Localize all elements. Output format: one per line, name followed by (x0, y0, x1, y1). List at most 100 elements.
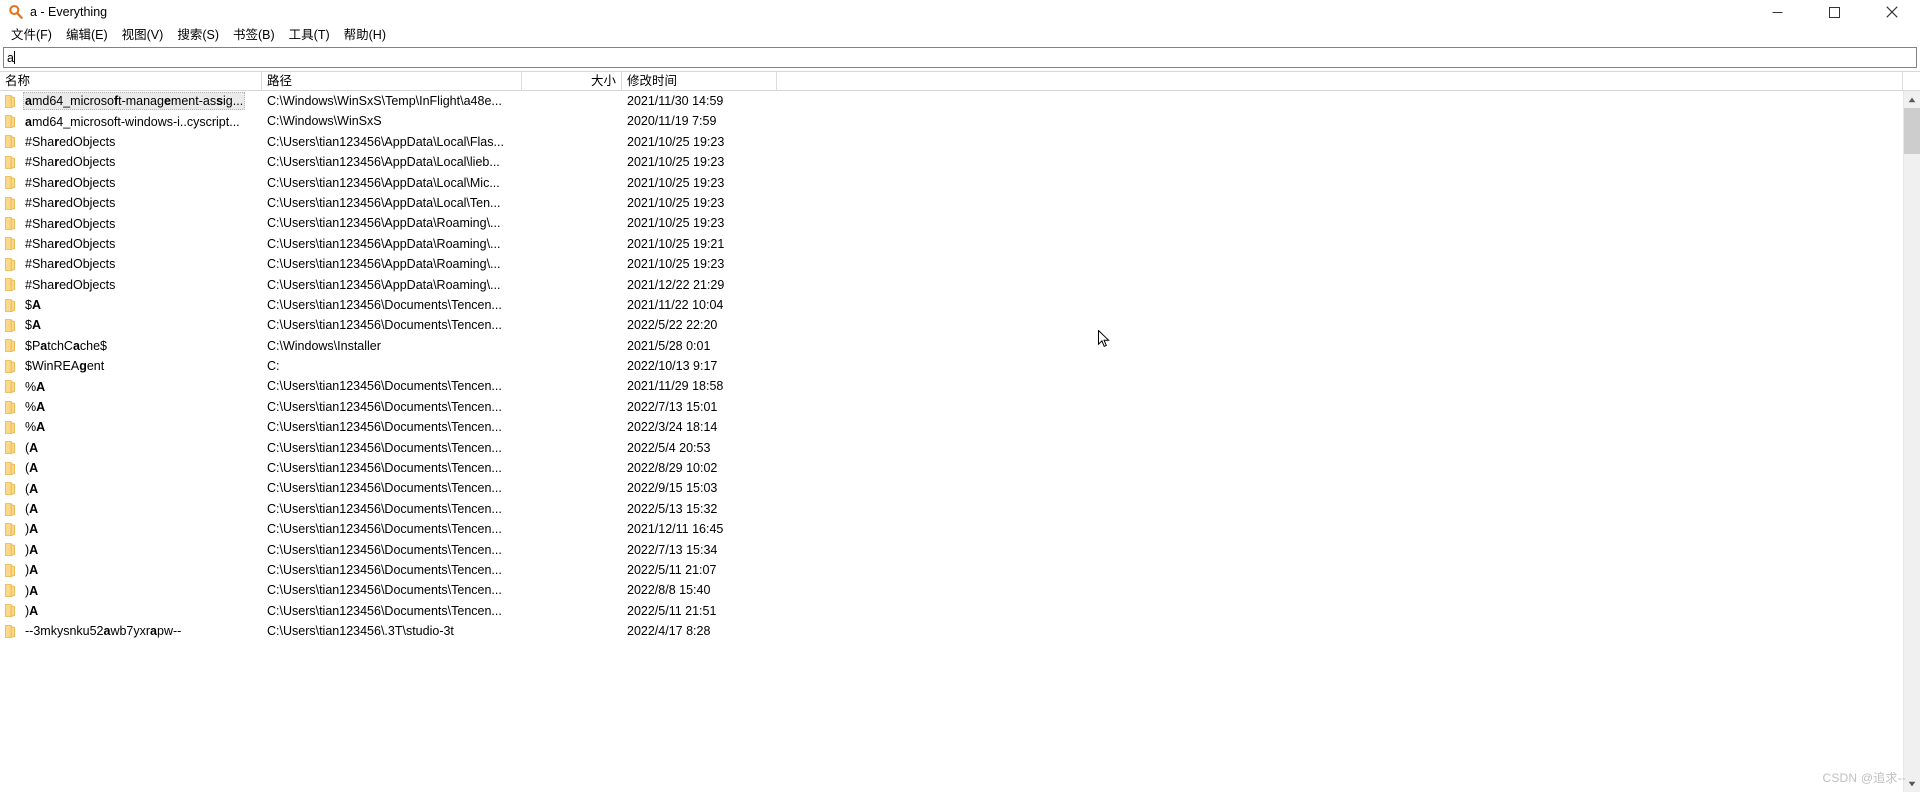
cell-size (522, 376, 622, 396)
table-row[interactable]: --3mkysnku52awb7yxrapw-- C:\Users\tian123… (0, 621, 1903, 641)
minimize-button[interactable] (1749, 0, 1806, 24)
table-row[interactable]: amd64_microsoft-windows-i..cyscript... C:… (0, 111, 1903, 131)
file-name-label: )A (25, 603, 39, 618)
search-input[interactable]: a (3, 47, 1917, 68)
folder-icon (5, 624, 16, 638)
cell-name: $A (0, 315, 262, 335)
cell-size (522, 540, 622, 560)
cell-modified: 2022/7/13 15:34 (627, 542, 718, 557)
folder-icon (5, 482, 16, 496)
table-row[interactable]: )A C:\Users\tian123456\Documents\Tencen..… (0, 540, 1903, 560)
file-name-label: #SharedObjects (25, 277, 116, 292)
cell-modified: 2020/11/19 7:59 (627, 114, 717, 129)
table-row[interactable]: #SharedObjects C:\Users\tian123456\AppDat… (0, 213, 1903, 233)
cell-size (522, 111, 622, 131)
vertical-scrollbar[interactable] (1903, 91, 1920, 792)
table-row[interactable]: #SharedObjects C:\Users\tian123456\AppDat… (0, 234, 1903, 254)
table-row[interactable]: #SharedObjects C:\Users\tian123456\AppDat… (0, 132, 1903, 152)
cell-name: #SharedObjects (0, 152, 262, 172)
table-row[interactable]: $PatchCache$ C:\Windows\Installer 2021/5/2… (0, 336, 1903, 356)
cell-path: C:\Windows\WinSxS\Temp\InFlight\a48e... (267, 94, 502, 108)
table-row[interactable]: %A C:\Users\tian123456\Documents\Tencen..… (0, 397, 1903, 417)
cell-modified: 2021/11/30 14:59 (627, 94, 724, 108)
table-row[interactable]: %A C:\Users\tian123456\Documents\Tencen..… (0, 376, 1903, 396)
table-row[interactable]: #SharedObjects C:\Users\tian123456\AppDat… (0, 173, 1903, 193)
menu-help[interactable]: 帮助(H) (337, 24, 393, 46)
scrollbar-thumb[interactable] (1904, 108, 1920, 154)
folder-icon (5, 115, 16, 129)
cell-name: )A (0, 560, 262, 580)
menu-bookmarks[interactable]: 书签(B) (226, 24, 282, 46)
scrollbar-track[interactable] (1904, 108, 1920, 775)
table-row[interactable]: %A C:\Users\tian123456\Documents\Tencen..… (0, 417, 1903, 437)
results-list[interactable]: amd64_microsoft-management-assig... C:\Wi… (0, 91, 1903, 792)
table-row[interactable]: #SharedObjects C:\Users\tian123456\AppDat… (0, 193, 1903, 213)
table-row[interactable]: (A C:\Users\tian123456\Documents\Tencen..… (0, 478, 1903, 498)
close-button[interactable] (1863, 0, 1920, 24)
folder-icon (5, 237, 16, 251)
cell-modified: 2021/10/25 19:23 (627, 257, 725, 272)
folder-icon (5, 400, 16, 414)
folder-icon (5, 217, 16, 231)
cell-size (522, 91, 622, 111)
cell-path: C:\Users\tian123456\AppData\Local\lieb..… (267, 155, 500, 170)
scroll-up-button[interactable] (1904, 91, 1920, 108)
cell-modified: 2021/11/22 10:04 (627, 297, 724, 312)
table-row[interactable]: )A C:\Users\tian123456\Documents\Tencen..… (0, 519, 1903, 539)
table-row[interactable]: amd64_microsoft-management-assig... C:\Wi… (0, 91, 1903, 111)
cell-name: (A (0, 458, 262, 478)
cell-modified: 2022/5/4 20:53 (627, 440, 711, 455)
folder-icon (5, 319, 16, 332)
cell-size (522, 397, 622, 417)
cell-path: C:\Users\tian123456\Documents\Tencen... (267, 420, 502, 435)
file-name-label: %A (25, 420, 46, 435)
column-header-size[interactable]: 大小 (522, 72, 622, 90)
cell-size (522, 152, 622, 172)
menu-view[interactable]: 视图(V) (115, 24, 171, 46)
cell-name: $A (0, 295, 262, 315)
column-header-name[interactable]: 名称 (0, 72, 262, 90)
file-name-label: $A (25, 318, 41, 333)
table-row[interactable]: #SharedObjects C:\Users\tian123456\AppDat… (0, 275, 1903, 295)
column-header-modified[interactable]: 修改时间 (622, 72, 777, 90)
cell-path: C:\Windows\WinSxS (267, 114, 382, 129)
cell-name: )A (0, 580, 262, 600)
table-row[interactable]: )A C:\Users\tian123456\Documents\Tencen..… (0, 601, 1903, 621)
folder-icon (5, 421, 16, 434)
table-row[interactable]: (A C:\Users\tian123456\Documents\Tencen..… (0, 458, 1903, 478)
cell-path: C:\Users\tian123456\Documents\Tencen... (267, 440, 502, 455)
scroll-down-button[interactable] (1904, 775, 1920, 792)
menu-tools[interactable]: 工具(T) (282, 24, 337, 46)
cell-name: #SharedObjects (0, 213, 262, 233)
table-row[interactable]: #SharedObjects C:\Users\tian123456\AppDat… (0, 152, 1903, 172)
table-row[interactable]: )A C:\Users\tian123456\Documents\Tencen..… (0, 560, 1903, 580)
table-row[interactable]: #SharedObjects C:\Users\tian123456\AppDat… (0, 254, 1903, 274)
maximize-button[interactable] (1806, 0, 1863, 24)
cell-modified: 2022/5/13 15:32 (627, 501, 718, 516)
cell-size (522, 336, 622, 356)
folder-icon (5, 94, 16, 108)
cell-path: C:\Users\tian123456\Documents\Tencen... (267, 379, 502, 394)
table-row[interactable]: $A C:\Users\tian123456\Documents\Tencen..… (0, 315, 1903, 335)
menu-file[interactable]: 文件(F) (4, 24, 59, 46)
cell-name: )A (0, 601, 262, 621)
cell-size (522, 213, 622, 233)
file-name-label: #SharedObjects (25, 134, 116, 149)
table-row[interactable]: )A C:\Users\tian123456\Documents\Tencen..… (0, 580, 1903, 600)
table-row[interactable]: (A C:\Users\tian123456\Documents\Tencen..… (0, 438, 1903, 458)
column-header-path[interactable]: 路径 (262, 72, 522, 90)
watermark: CSDN @追求-- (1822, 771, 1906, 785)
menu-search[interactable]: 搜索(S) (170, 24, 226, 46)
table-row[interactable]: $A C:\Users\tian123456\Documents\Tencen..… (0, 295, 1903, 315)
cell-size (522, 458, 622, 478)
table-row[interactable]: (A C:\Users\tian123456\Documents\Tencen..… (0, 499, 1903, 519)
folder-icon (5, 339, 16, 353)
column-header-spacer[interactable] (777, 72, 1903, 90)
file-name-label: (A (25, 502, 39, 516)
cell-size (522, 560, 622, 580)
cell-size (522, 478, 622, 498)
cell-name: $WinREAgent (0, 356, 262, 376)
table-row[interactable]: $WinREAgent C: 2022/10/13 9:17 (0, 356, 1903, 376)
menu-edit[interactable]: 编辑(E) (59, 24, 115, 46)
folder-icon (5, 441, 16, 455)
